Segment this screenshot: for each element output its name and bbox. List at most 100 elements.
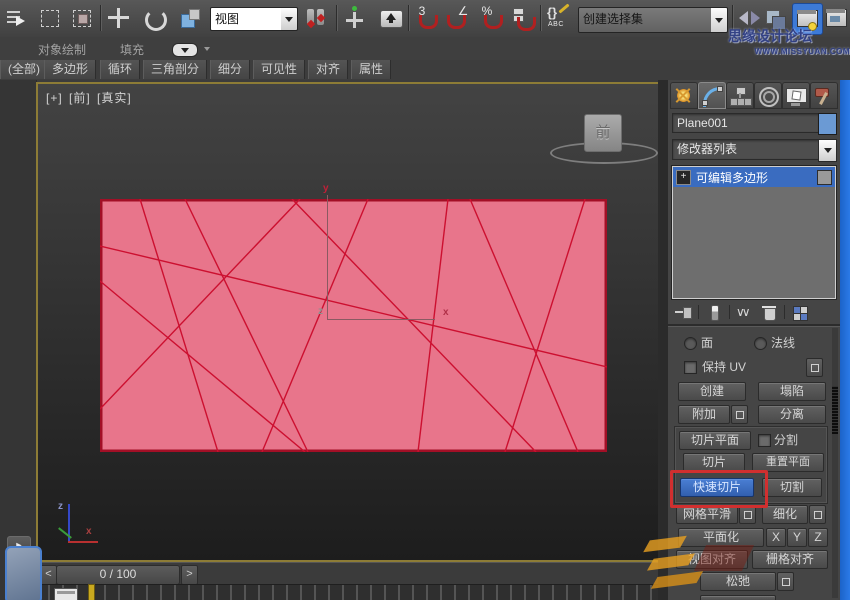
tab-align[interactable]: 对齐: [308, 60, 348, 79]
preserve-uv-checkbox[interactable]: [684, 361, 697, 374]
viewcube[interactable]: 前: [584, 114, 622, 152]
viewport-label: [+] [前] [真实]: [46, 89, 134, 106]
world-axis-z-label: z: [58, 501, 63, 512]
attach-button[interactable]: 附加: [678, 405, 730, 424]
attach-settings-icon[interactable]: [731, 405, 748, 424]
snap-toggle-3-icon[interactable]: 3: [412, 4, 440, 32]
tab-create-icon[interactable]: [670, 82, 698, 109]
window-crossing-icon[interactable]: [68, 4, 96, 32]
object-color-swatch[interactable]: [818, 113, 837, 135]
reference-coordinate-dropdown[interactable]: 视图: [210, 7, 298, 31]
ribbon-header-row: 对象绘制 填充: [0, 37, 850, 61]
plane-object[interactable]: [100, 199, 607, 452]
viewport-menu-view[interactable]: [前]: [69, 91, 91, 105]
tab-triangulate[interactable]: 三角剖分: [143, 60, 207, 79]
modifier-stack: + 可编辑多边形: [672, 166, 836, 299]
time-slider[interactable]: 0 / 100: [56, 565, 180, 585]
tessellate-settings-icon[interactable]: [809, 505, 826, 524]
next-frame-button[interactable]: >: [181, 565, 198, 585]
make-unique-icon[interactable]: ∨∨: [736, 303, 754, 321]
slice-plane-button[interactable]: 切片平面: [679, 431, 751, 450]
tab-loop[interactable]: 循环: [100, 60, 140, 79]
modifier-list-dropdown[interactable]: 修改器列表: [672, 139, 822, 160]
tab-modify-icon[interactable]: [698, 82, 726, 109]
use-pivot-center-icon[interactable]: [302, 4, 330, 32]
tab-subdivide[interactable]: 细分: [210, 60, 250, 79]
named-selection-value: 创建选择集: [579, 8, 711, 32]
chevron-down-icon[interactable]: [281, 8, 297, 30]
view-align-button[interactable]: 视图对齐: [676, 550, 748, 569]
keyboard-override-icon[interactable]: [377, 4, 405, 32]
planar-x-button[interactable]: X: [766, 528, 786, 547]
ribbon-populate[interactable]: 填充: [120, 41, 144, 58]
show-end-result-icon[interactable]: [705, 303, 723, 321]
axis-z-label: z: [318, 306, 323, 317]
named-selection-dropdown[interactable]: 创建选择集: [578, 7, 728, 33]
constraint-face-radio[interactable]: [684, 337, 697, 350]
chevron-down-icon[interactable]: [711, 8, 727, 32]
corner-blue-button[interactable]: [5, 546, 42, 600]
panel-scrollbar-thumb[interactable]: [832, 386, 838, 434]
clipped-button[interactable]: [700, 595, 776, 600]
rendered-frame-icon[interactable]: [823, 3, 849, 33]
stack-expand-icon[interactable]: +: [676, 170, 691, 185]
object-name-field[interactable]: Plane001: [672, 113, 820, 133]
align-icon[interactable]: [762, 4, 790, 32]
panel-gap: [658, 80, 668, 600]
prev-frame-button[interactable]: <: [40, 565, 57, 585]
split-checkbox[interactable]: [758, 434, 771, 447]
pin-stack-icon[interactable]: [674, 303, 692, 321]
select-rotate-icon[interactable]: [140, 4, 168, 32]
modifier-list-arrow-icon[interactable]: [818, 139, 837, 162]
angle-snap-icon[interactable]: ∠: [444, 4, 472, 32]
spinner-snap-icon[interactable]: [508, 4, 536, 32]
relax-button[interactable]: 松弛: [700, 572, 776, 591]
stack-item-editable-poly[interactable]: + 可编辑多边形: [673, 167, 835, 187]
viewport-menu-shading[interactable]: [真实]: [97, 91, 132, 105]
relax-settings-icon[interactable]: [777, 572, 794, 591]
tab-motion-icon[interactable]: [754, 82, 782, 109]
rectangular-selection-icon[interactable]: [36, 4, 64, 32]
render-setup-icon[interactable]: [792, 3, 823, 35]
mini-curve-editor-icon[interactable]: [54, 588, 78, 600]
named-selection-sets-icon[interactable]: {} ABC: [545, 4, 573, 32]
percent-snap-icon[interactable]: %: [476, 4, 504, 32]
max-window: 视图 3 ∠: [0, 0, 850, 600]
time-slider-marker[interactable]: [88, 584, 95, 600]
grid-align-button[interactable]: 栅格对齐: [752, 550, 828, 569]
ribbon-object-paint[interactable]: 对象绘制: [38, 41, 86, 58]
tab-visibility[interactable]: 可见性: [253, 60, 305, 79]
viewport-front[interactable]: [+] [前] [真实] 前 y z x z x: [36, 82, 660, 562]
stack-onoff-icon[interactable]: [817, 170, 832, 185]
panel-scrollbar[interactable]: [832, 328, 838, 598]
tab-all[interactable]: (全部): [0, 60, 48, 79]
remove-modifier-icon[interactable]: [760, 303, 778, 321]
cut-button[interactable]: 切割: [762, 478, 822, 497]
tab-polygon[interactable]: 多边形: [44, 60, 96, 79]
main-toolbar: 视图 3 ∠: [0, 0, 850, 38]
select-by-name-icon[interactable]: [2, 4, 30, 32]
tab-display-icon[interactable]: [782, 82, 810, 109]
create-button[interactable]: 创建: [678, 382, 746, 401]
configure-modifier-sets-icon[interactable]: [791, 303, 809, 321]
make-planar-button[interactable]: 平面化: [678, 528, 764, 547]
constraint-normal-radio[interactable]: [754, 337, 767, 350]
mirror-icon[interactable]: [736, 4, 764, 32]
select-move-icon[interactable]: [104, 4, 132, 32]
chevron-down-icon[interactable]: [204, 47, 210, 51]
select-manipulate-icon[interactable]: [341, 4, 369, 32]
detach-button[interactable]: 分离: [758, 405, 826, 424]
command-panel: Plane001 修改器列表 + 可编辑多边形 ∨∨: [668, 80, 840, 600]
collapse-button[interactable]: 塌陷: [758, 382, 826, 401]
select-scale-icon[interactable]: [176, 4, 204, 32]
preserve-uv-settings-icon[interactable]: [806, 358, 823, 377]
planar-z-button[interactable]: Z: [808, 528, 828, 547]
world-axis-x-line: [68, 541, 98, 543]
tab-properties[interactable]: 属性: [351, 60, 391, 79]
ribbon-minimize-icon[interactable]: [172, 43, 198, 57]
tab-utilities-icon[interactable]: [810, 82, 838, 109]
tab-hierarchy-icon[interactable]: [726, 82, 754, 109]
tessellate-button[interactable]: 细化: [762, 505, 808, 524]
planar-y-button[interactable]: Y: [787, 528, 807, 547]
viewport-menu-general[interactable]: [+]: [46, 91, 63, 105]
